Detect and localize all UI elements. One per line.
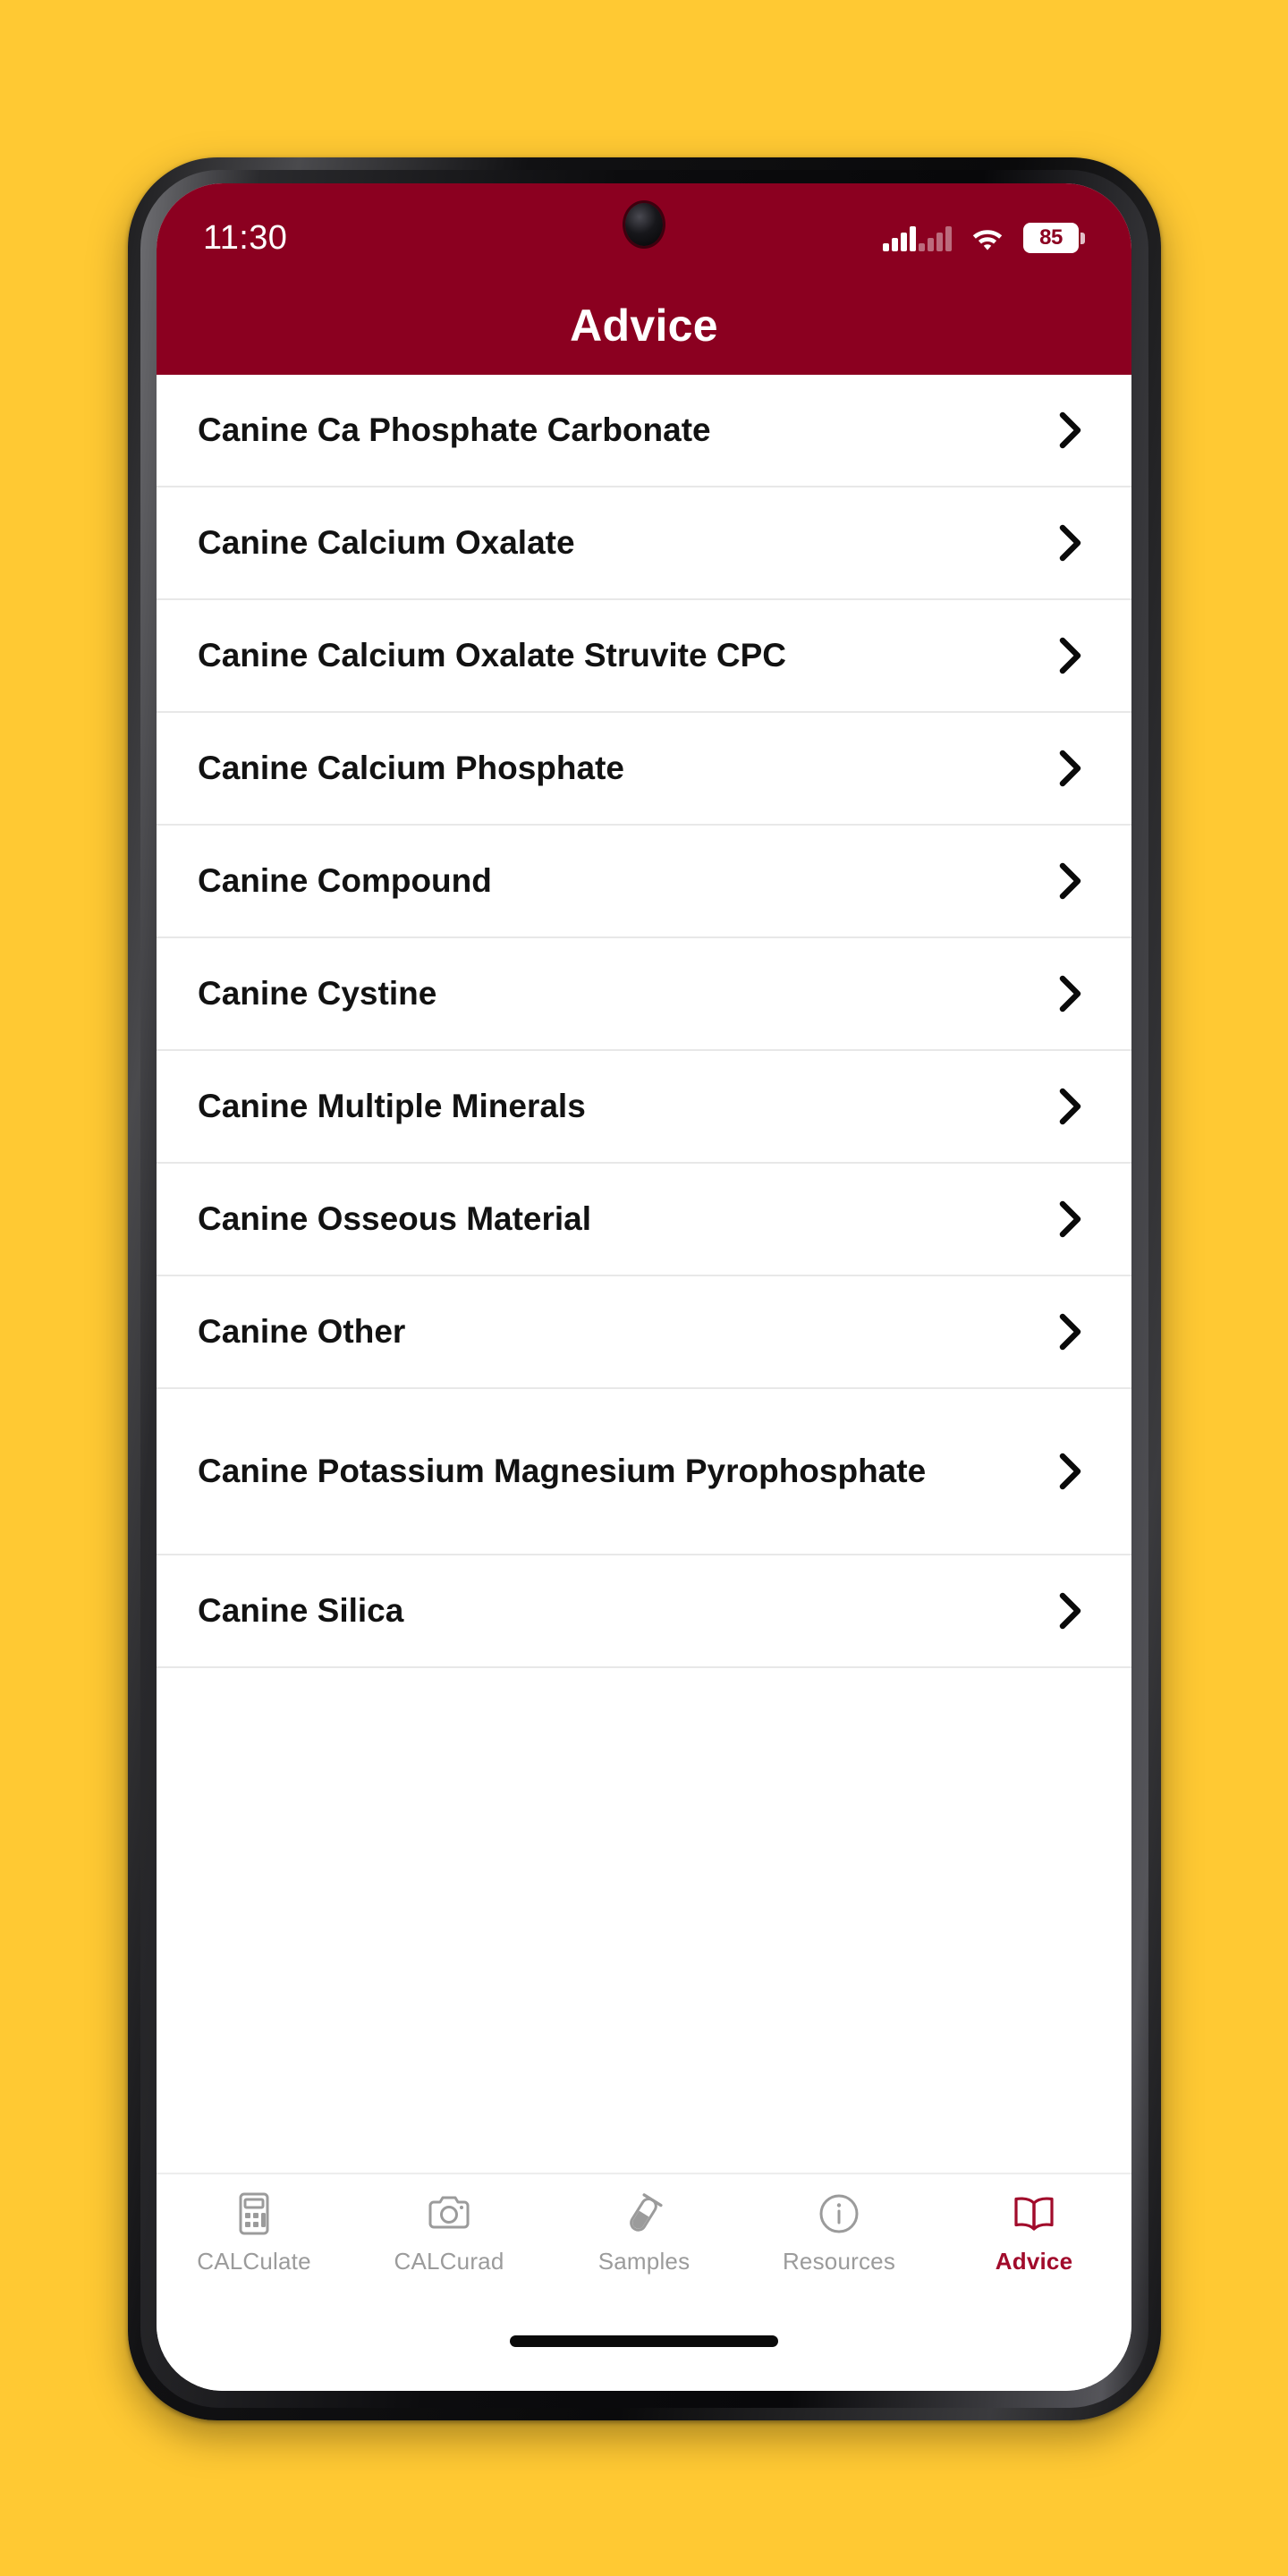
battery-icon: 85 [1023, 223, 1085, 253]
advice-list: Canine Ca Phosphate Carbonate Canine Calc… [157, 375, 1131, 2173]
advice-list-item-label: Canine Cystine [198, 974, 437, 1012]
advice-list-item[interactable]: Canine Osseous Material [157, 1164, 1131, 1276]
advice-list-item-label: Canine Ca Phosphate Carbonate [198, 411, 711, 448]
advice-list-item-label: Canine Potassium Magnesium Pyrophosphate [198, 1452, 927, 1489]
tab-advice[interactable]: Advice [936, 2190, 1131, 2275]
advice-list-item[interactable]: Canine Compound [157, 826, 1131, 938]
advice-list-item-label: Canine Multiple Minerals [198, 1087, 586, 1124]
chevron-right-icon[interactable] [1049, 1451, 1090, 1492]
camera-icon [426, 2190, 472, 2237]
advice-list-item-label: Canine Other [198, 1312, 406, 1350]
info-circle-icon [816, 2190, 862, 2237]
tab-label: CALCurad [394, 2248, 504, 2275]
advice-list-item-label: Canine Calcium Oxalate Struvite CPC [198, 636, 786, 674]
tab-label: Advice [995, 2248, 1073, 2275]
advice-list-item-label: Canine Silica [198, 1591, 404, 1629]
tab-label: Resources [782, 2248, 896, 2275]
chevron-right-icon[interactable] [1049, 973, 1090, 1014]
status-bar-icons: 85 [883, 223, 1085, 253]
chevron-right-icon[interactable] [1049, 1590, 1090, 1631]
chevron-right-icon[interactable] [1049, 522, 1090, 564]
signal-bars-icon [883, 225, 952, 251]
tab-samples[interactable]: Samples [547, 2190, 741, 2275]
advice-list-item[interactable]: Canine Cystine [157, 938, 1131, 1051]
advice-list-item[interactable]: Canine Multiple Minerals [157, 1051, 1131, 1164]
phone-screen: 11:30 85 Advice Canine Ca Phosphate Carb… [157, 183, 1131, 2391]
tab-label: Samples [597, 2248, 691, 2275]
advice-list-item[interactable]: Canine Ca Phosphate Carbonate [157, 375, 1131, 487]
advice-list-item-label: Canine Compound [198, 861, 492, 899]
page-title: Advice [570, 301, 718, 351]
status-bar: 11:30 85 [157, 183, 1131, 276]
app-header: 11:30 85 Advice [157, 183, 1131, 375]
advice-list-item[interactable]: Canine Calcium Oxalate Struvite CPC [157, 600, 1131, 713]
open-book-icon [1011, 2190, 1057, 2237]
app-bar: Advice [157, 276, 1131, 375]
advice-list-item-label: Canine Calcium Oxalate [198, 523, 575, 561]
home-indicator[interactable] [510, 2335, 778, 2347]
front-camera-icon [625, 203, 663, 246]
chevron-right-icon[interactable] [1049, 860, 1090, 902]
tab-calcurad[interactable]: CALCurad [352, 2190, 547, 2275]
tab-label: CALCulate [197, 2248, 311, 2275]
advice-list-item[interactable]: Canine Silica [157, 1555, 1131, 1668]
status-bar-time: 11:30 [203, 218, 288, 257]
test-tube-icon [621, 2190, 667, 2237]
chevron-right-icon[interactable] [1049, 635, 1090, 676]
chevron-right-icon[interactable] [1049, 1199, 1090, 1240]
wifi-icon [972, 230, 1003, 250]
advice-list-item[interactable]: Canine Calcium Oxalate [157, 487, 1131, 600]
advice-list-item[interactable]: Canine Potassium Magnesium Pyrophosphate [157, 1389, 1131, 1555]
advice-list-item-label: Canine Osseous Material [198, 1199, 592, 1237]
advice-list-item-label: Canine Calcium Phosphate [198, 749, 624, 786]
advice-list-item[interactable]: Canine Calcium Phosphate [157, 713, 1131, 826]
tab-resources[interactable]: Resources [741, 2190, 936, 2275]
advice-list-item[interactable]: Canine Other [157, 1276, 1131, 1389]
calculator-icon [231, 2190, 277, 2237]
tab-calculate[interactable]: CALCulate [157, 2190, 352, 2275]
chevron-right-icon[interactable] [1049, 1086, 1090, 1127]
bottom-tab-bar: CALCulate CALCurad Samples Resources Advice [157, 2173, 1131, 2323]
chevron-right-icon[interactable] [1049, 410, 1090, 451]
chevron-right-icon[interactable] [1049, 748, 1090, 789]
home-indicator-area [157, 2323, 1131, 2391]
chevron-right-icon[interactable] [1049, 1311, 1090, 1352]
battery-level-label: 85 [1039, 225, 1063, 250]
